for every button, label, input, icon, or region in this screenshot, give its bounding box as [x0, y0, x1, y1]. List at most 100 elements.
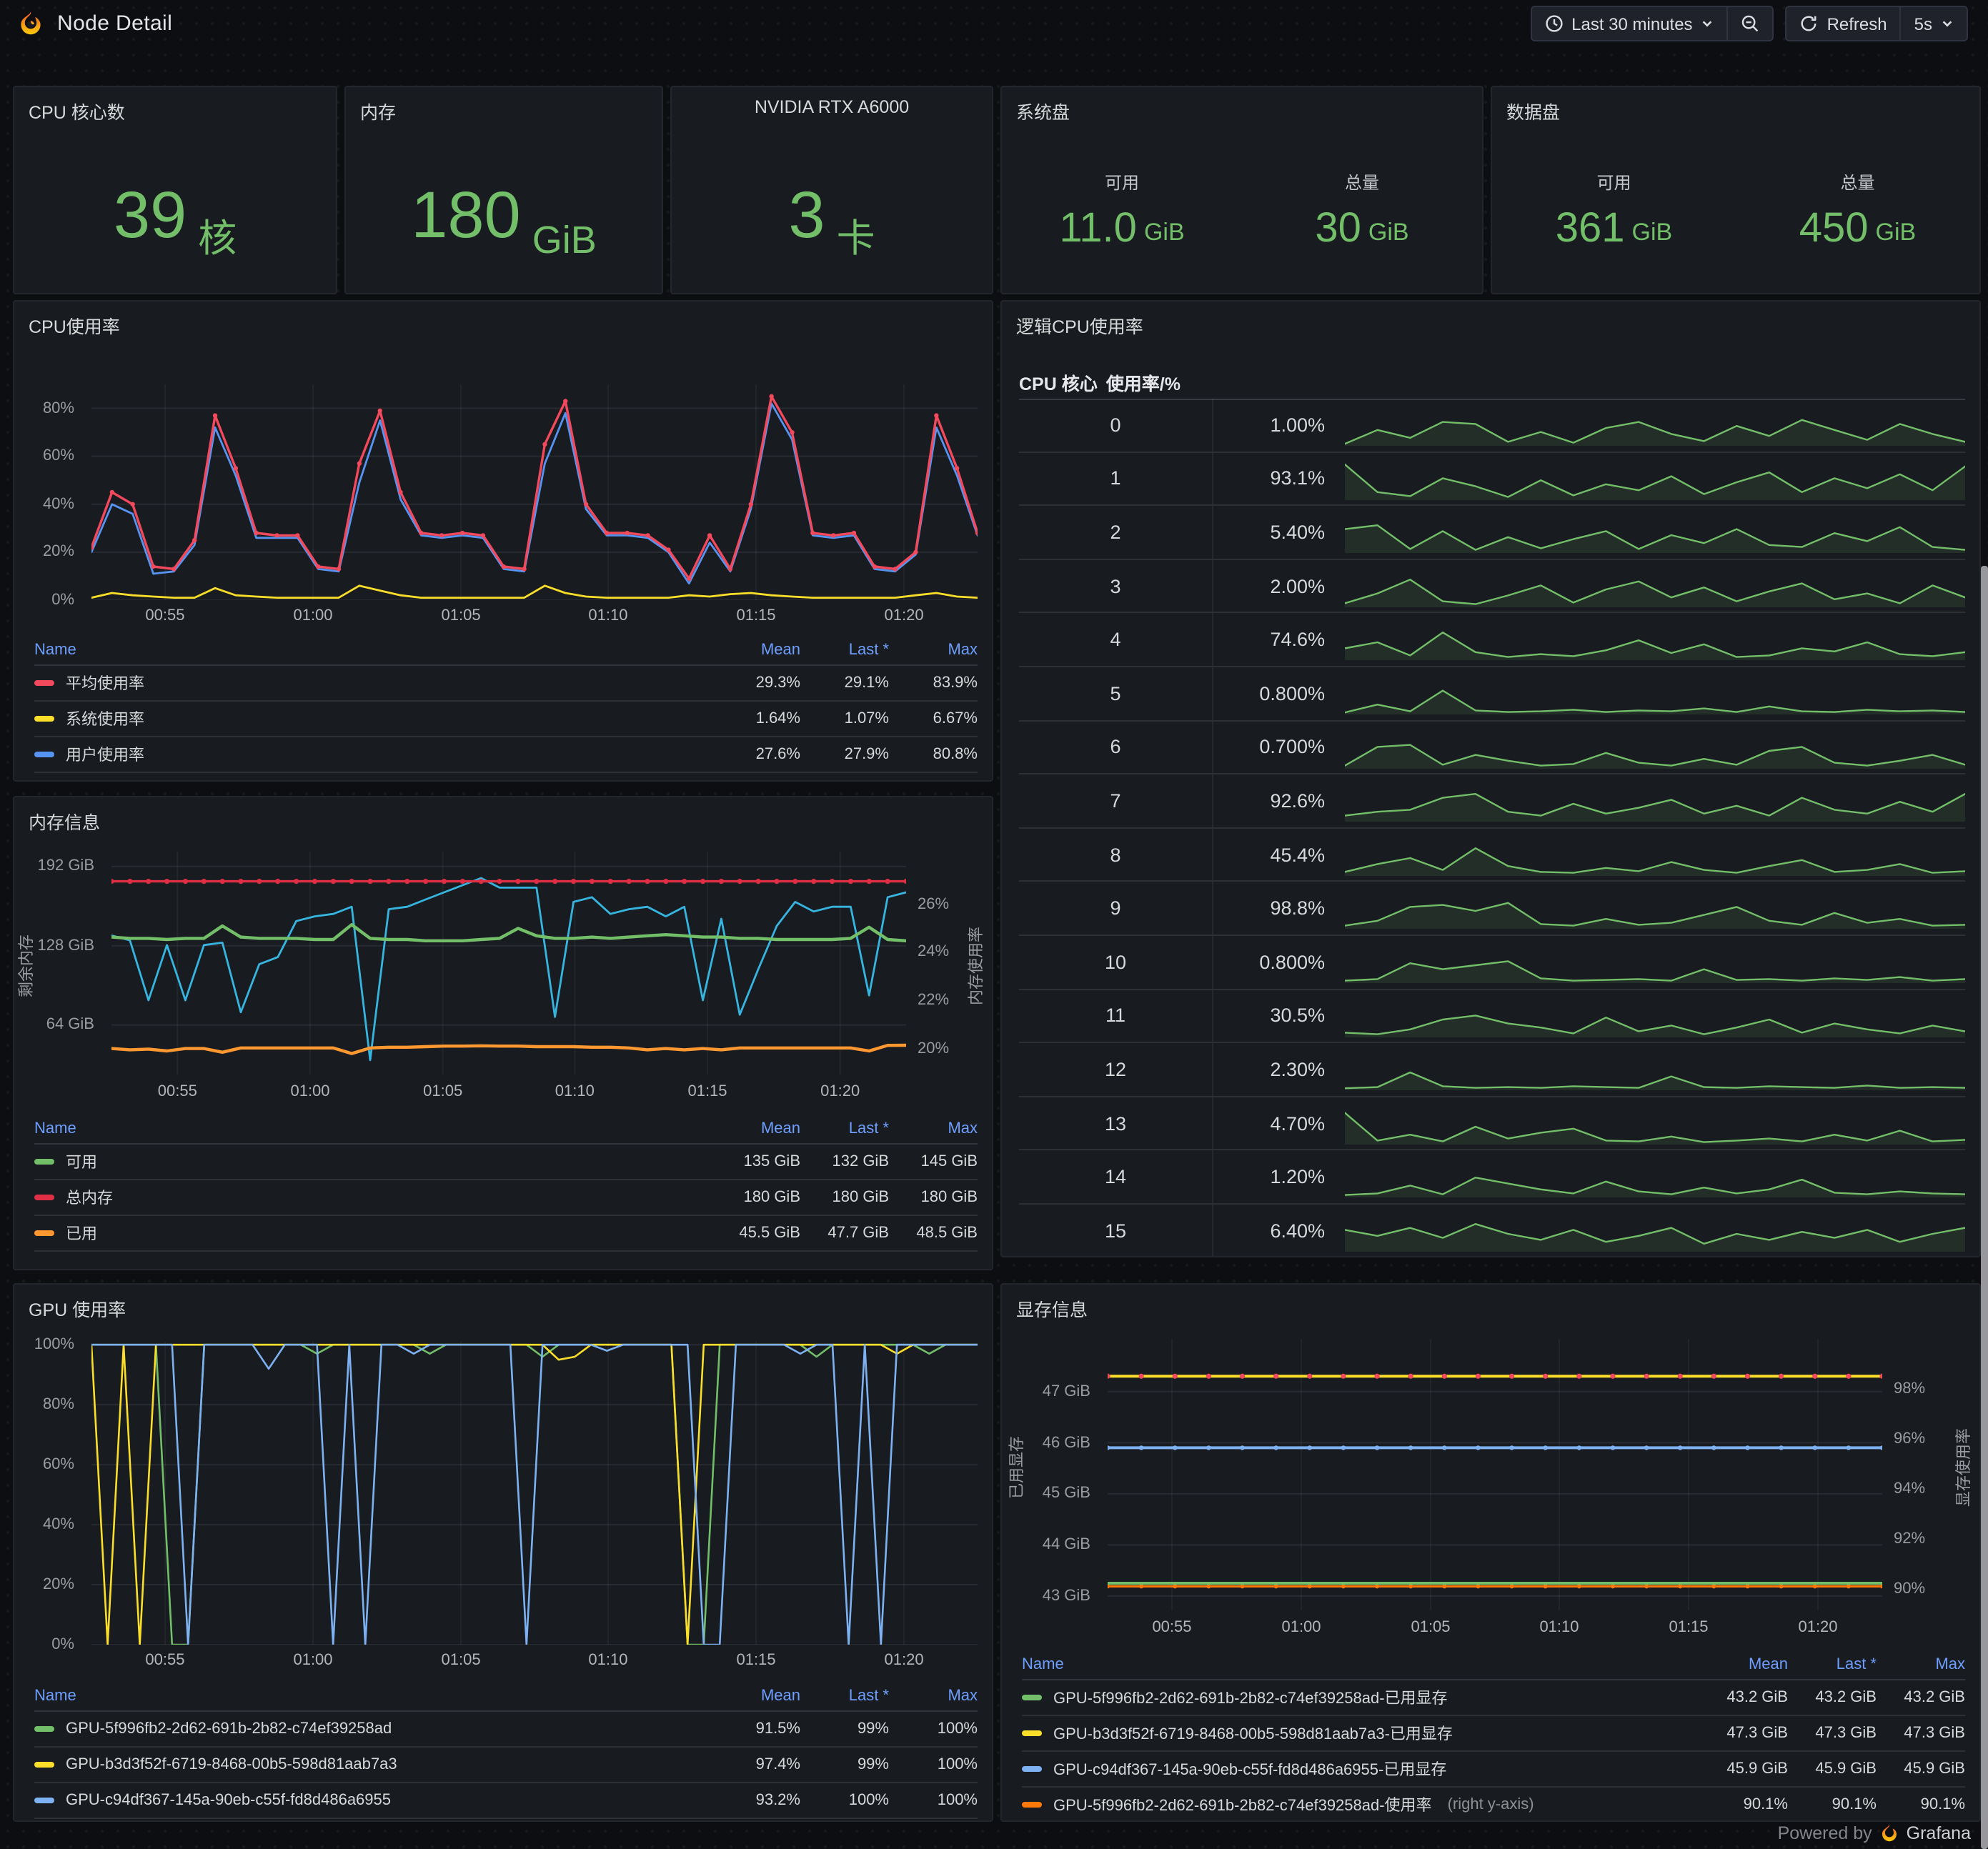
legend-value: 180 GiB [743, 1189, 801, 1206]
cpu-core-usage: 1.00% [1270, 414, 1325, 436]
legend-column-header[interactable]: Name [1022, 1656, 1699, 1673]
cpu-core-sparkline [1345, 614, 1965, 666]
legend-column-header[interactable]: Name [34, 1120, 712, 1137]
axis-tick-label: 47 GiB [1042, 1382, 1090, 1400]
refresh-interval-picker[interactable]: 5s [1899, 7, 1967, 40]
refresh-icon [1800, 14, 1819, 33]
legend-series-name[interactable]: GPU-b3d3f52f-6719-8468-00b5-598d81aab7a3 [34, 1756, 712, 1773]
legend-series-name[interactable]: 总内存 [34, 1186, 712, 1209]
legend-column-header[interactable]: Max [889, 1688, 978, 1705]
time-tick-label: 01:00 [293, 607, 333, 624]
gpu-chart[interactable] [91, 1342, 978, 1645]
legend-color-swatch [34, 1762, 54, 1768]
legend-series-name[interactable]: GPU-c94df367-145a-90eb-c55f-fd8d486a6955… [1022, 1758, 1699, 1780]
legend-series-name[interactable]: 可用 [34, 1150, 712, 1173]
legend-column-header[interactable]: Max [889, 1120, 978, 1137]
refresh-button[interactable]: Refresh [1787, 7, 1900, 40]
stat-total: 总量 30 GiB [1242, 150, 1482, 270]
dashboard-viewport: Node Detail Last 30 minutes Refresh 5s C… [0, 0, 1988, 1849]
cpu-core-id: 5 [1019, 667, 1213, 720]
page-scrollbar-thumb[interactable] [1981, 566, 1988, 1849]
page-title: Node Detail [57, 11, 173, 35]
legend-column-header[interactable]: Mean [712, 1120, 800, 1137]
vram-chart[interactable] [1108, 1339, 1882, 1610]
cpu-core-id: 14 [1019, 1150, 1213, 1203]
legend-column-header[interactable]: Max [1877, 1656, 1965, 1673]
legend-color-swatch [34, 716, 54, 722]
legend-row: 系统使用率 1.64% 1.07% 6.67% [34, 702, 978, 737]
panel-title: 内存 [360, 103, 397, 123]
legend-column-header[interactable]: Last * [800, 642, 889, 659]
time-tick-label: 01:10 [555, 1083, 595, 1100]
grafana-brand-link[interactable]: Grafana [1907, 1823, 1971, 1843]
axis-tick-label: 43 GiB [1042, 1587, 1090, 1605]
legend-column-header[interactable]: Mean [712, 1688, 800, 1705]
legend-color-swatch [34, 1726, 54, 1732]
zoom-out-button[interactable] [1726, 7, 1773, 40]
cpu-core-id: 12 [1019, 1043, 1213, 1096]
legend-series-name[interactable]: 用户使用率 [34, 743, 712, 766]
stat-label: 可用 [1596, 173, 1631, 193]
legend-column-header[interactable]: Last * [800, 1688, 889, 1705]
legend-value: 45.9 GiB [1815, 1760, 1877, 1778]
cpu-core-usage: 92.6% [1270, 789, 1325, 812]
cpu-chart[interactable] [91, 384, 978, 600]
legend-series-name[interactable]: 已用 [34, 1222, 712, 1245]
legend-series-name[interactable]: 系统使用率 [34, 707, 712, 730]
cpu-core-usage: 0.800% [1259, 951, 1325, 973]
legend-column-header[interactable]: Mean [1699, 1656, 1788, 1673]
legend-column-header[interactable]: Mean [712, 642, 800, 659]
cpu-core-id: 9 [1019, 882, 1213, 935]
legend-color-swatch [1022, 1730, 1042, 1736]
legend-row: 平均使用率 29.3% 29.1% 83.9% [34, 666, 978, 702]
cpu-core-id: 2 [1019, 506, 1213, 559]
cpu-core-usage: 4.70% [1270, 1112, 1325, 1135]
legend-value: 47.3 GiB [1726, 1725, 1788, 1742]
legend-row: 总内存 180 GiB 180 GiB 180 GiB [34, 1180, 978, 1216]
legend-row: GPU-b3d3f52f-6719-8468-00b5-598d81aab7a3… [1022, 1716, 1965, 1752]
cpu-core-sparkline [1345, 560, 1965, 612]
legend-color-swatch [1022, 1766, 1042, 1772]
mem-y-axis-right: 20% 22% 24% 26% [906, 852, 963, 1075]
legend-series-name[interactable]: GPU-c94df367-145a-90eb-c55f-fd8d486a6955 [34, 1792, 712, 1809]
cpu-core-id: 15 [1019, 1204, 1213, 1256]
axis-tick-label: 90% [1894, 1580, 1926, 1598]
cpu-core-usage: 93.1% [1270, 467, 1325, 489]
axis-tick-label: 80% [42, 399, 74, 417]
cpu-core-row: 0 1.00% [1019, 399, 1965, 453]
cpu-core-row: 15 6.40% [1019, 1204, 1965, 1256]
axis-tick-label: 44 GiB [1042, 1536, 1090, 1554]
legend-column-header[interactable]: Name [34, 1688, 712, 1705]
cpu-core-usage: 2.30% [1270, 1058, 1325, 1080]
legend-column-header[interactable]: Last * [1788, 1656, 1877, 1673]
legend-series-name[interactable]: GPU-5f996fb2-2d62-691b-2b82-c74ef39258ad [34, 1720, 712, 1738]
cpu-core-sparkline [1345, 829, 1965, 881]
cpu-core-row: 6 0.700% [1019, 721, 1965, 775]
legend-series-name[interactable]: GPU-b3d3f52f-6719-8468-00b5-598d81aab7a3… [1022, 1722, 1699, 1745]
legend-series-name[interactable]: GPU-5f996fb2-2d62-691b-2b82-c74ef39258ad… [1022, 1793, 1699, 1816]
legend-column-header[interactable]: Last * [800, 1120, 889, 1137]
legend-series-name[interactable]: GPU-5f996fb2-2d62-691b-2b82-c74ef39258ad… [1022, 1686, 1699, 1709]
cpu-core-usage: 74.6% [1270, 629, 1325, 651]
legend-column-header[interactable]: Name [34, 642, 712, 659]
col-header-core[interactable]: CPU 核心 [1019, 368, 1098, 395]
legend-series-name[interactable]: 平均使用率 [34, 672, 712, 694]
legend-color-swatch [34, 1798, 54, 1803]
axis-tick-label: 98% [1894, 1380, 1926, 1397]
mem-chart[interactable] [111, 852, 906, 1075]
stat-value: 11.0 [1059, 206, 1137, 251]
panel-title: 逻辑CPU使用率 [1016, 317, 1143, 337]
cpu-core-sparkline [1345, 1151, 1965, 1203]
cpu-core-usage: 98.8% [1270, 897, 1325, 919]
stat-value: 450 [1799, 206, 1869, 251]
col-header-usage[interactable]: 使用率/% [1098, 368, 1181, 395]
legend-header: Name Mean Last * Max [34, 1682, 978, 1712]
axis-tick-label: 100% [34, 1336, 74, 1354]
time-tick-label: 01:20 [884, 1652, 924, 1669]
axis-tick-label: 0% [51, 592, 74, 609]
cpu-core-row: 5 0.800% [1019, 667, 1965, 722]
vram-x-axis: 00:55 01:00 01:05 01:10 01:15 01:20 [1108, 1619, 1882, 1642]
time-range-picker[interactable]: Last 30 minutes [1531, 7, 1726, 40]
legend-column-header[interactable]: Max [889, 642, 978, 659]
time-tick-label: 01:15 [1669, 1619, 1709, 1636]
